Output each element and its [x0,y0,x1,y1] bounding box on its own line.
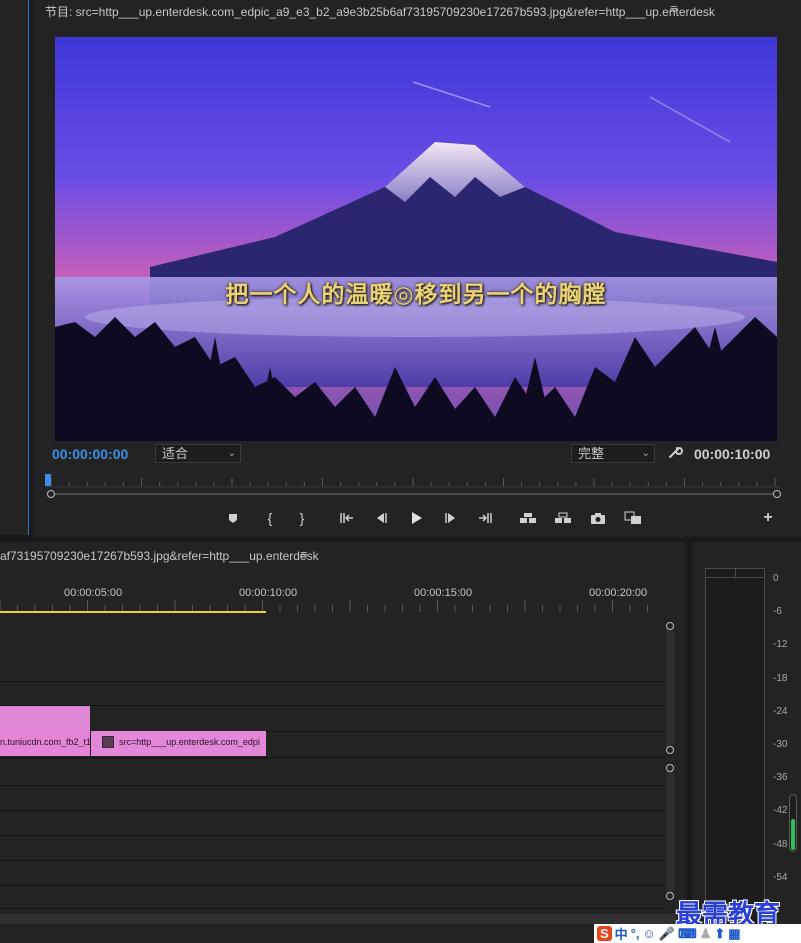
clip-label: src=http___up.enterdesk.com_edpi [119,737,260,747]
audio-tracks-scrollbar[interactable] [666,764,674,900]
track-divider [0,835,664,836]
ime-logo: S [597,926,612,941]
program-time-ruler[interactable] [47,474,781,488]
db-label: 0 [773,573,779,584]
upload-icon[interactable]: ⬆ [714,926,725,942]
db-label: -42 [773,805,788,816]
ime-punctuation[interactable]: °, [631,926,640,941]
go-to-in-icon[interactable] [337,508,357,528]
scroll-handle[interactable] [666,622,674,630]
audio-meter [705,568,765,943]
video-tracks-scrollbar[interactable] [666,622,674,754]
ruler-tick-label: 00:00:20:00 [589,587,648,599]
track-divider [0,885,664,886]
db-label: -36 [773,772,788,783]
db-label: -30 [773,739,788,750]
ruler-tick-label: 00:00:05:00 [64,587,123,599]
track-divider [0,785,664,786]
duration-timecode: 00:00:10:00 [694,446,771,462]
chevron-down-icon: ⌄ [641,448,650,459]
program-playhead[interactable] [45,474,51,486]
playback-resolution-value: 完整 [578,446,605,461]
timeline-horizontal-scrollbar[interactable] [0,914,676,924]
meter-level-fill [791,819,795,850]
program-zoom-scrollbar[interactable] [47,490,781,498]
wrench-icon[interactable] [667,444,683,460]
timeline-panel: af73195709230e17267b593.jpg&refer=http__… [0,542,686,943]
compare-icon[interactable] [623,508,643,528]
video-preview[interactable]: 把一个人的温暖◎移到另一个的胸膛 [55,37,777,441]
user-icon[interactable]: ♟ [700,926,712,942]
track-divider [0,908,664,909]
extract-icon[interactable] [553,508,573,528]
marker-icon[interactable] [223,508,243,528]
left-panel [0,0,29,535]
smiley-icon[interactable]: ☺ [643,926,656,941]
scroll-handle-left[interactable] [47,490,55,498]
scroll-handle-right[interactable] [773,490,781,498]
keyboard-icon[interactable]: ⌨ [678,926,697,942]
db-label: -48 [773,839,788,850]
meter-peak-line [705,577,765,578]
mark-in-icon[interactable]: { [260,508,280,528]
db-label: -6 [773,606,782,617]
program-monitor-panel: 节目: src=http___up.enterdesk.com_edpic_a9… [33,0,801,537]
zoom-fit-value: 适合 [162,446,189,461]
db-label: -12 [773,639,788,650]
scroll-handle[interactable] [666,746,674,754]
step-back-icon[interactable] [371,508,391,528]
track-divider [0,810,664,811]
lift-icon[interactable] [518,508,538,528]
work-area-bar[interactable] [0,611,266,613]
playback-resolution-select[interactable]: 完整 ⌄ [571,444,655,463]
step-forward-icon[interactable] [441,508,461,528]
zoom-fit-select[interactable]: 适合 ⌄ [155,444,241,463]
track-divider [0,705,664,706]
export-frame-icon[interactable] [588,508,608,528]
scroll-handle[interactable] [666,892,674,900]
play-icon[interactable] [406,508,426,528]
program-monitor-title[interactable]: 节目: src=http___up.enterdesk.com_edpic_a9… [45,3,715,20]
db-label: -18 [773,673,788,684]
go-to-out-icon[interactable] [475,508,495,528]
microphone-icon[interactable]: 🎤 [659,926,675,942]
add-button-icon[interactable]: + [758,508,778,528]
ruler-tick-label: 00:00:10:00 [239,587,298,599]
video-caption: 把一个人的温暖◎移到另一个的胸膛 [225,281,607,308]
mark-out-icon[interactable]: } [292,508,312,528]
track-divider [0,860,664,861]
grid-icon[interactable]: ▦ [728,926,740,942]
clip-label: n.tuniucdn.com_fb2_t1 [0,737,90,747]
audio-meter-panel: 0 -6 -12 -18 -24 -30 -36 -42 -48 -54 [692,542,801,943]
mountain-scene-image [55,37,777,441]
fx-badge-icon [102,736,114,748]
track-divider [0,757,664,758]
playhead-timecode[interactable]: 00:00:00:00 [52,446,128,462]
ime-language[interactable]: 中 [615,924,628,943]
db-label: -24 [773,706,788,717]
panel-menu-icon[interactable]: ≡ [670,1,678,16]
db-label: -54 [773,872,788,883]
sequence-title[interactable]: af73195709230e17267b593.jpg&refer=http__… [0,549,319,563]
chevron-down-icon: ⌄ [227,448,236,459]
ime-toolbar[interactable]: S 中 °, ☺ 🎤 ⌨ ♟ ⬆ ▦ [594,924,801,943]
ruler-tick-label: 00:00:15:00 [414,587,473,599]
panel-menu-icon[interactable]: ≡ [300,547,308,562]
scroll-handle[interactable] [666,764,674,772]
track-divider [0,681,664,682]
